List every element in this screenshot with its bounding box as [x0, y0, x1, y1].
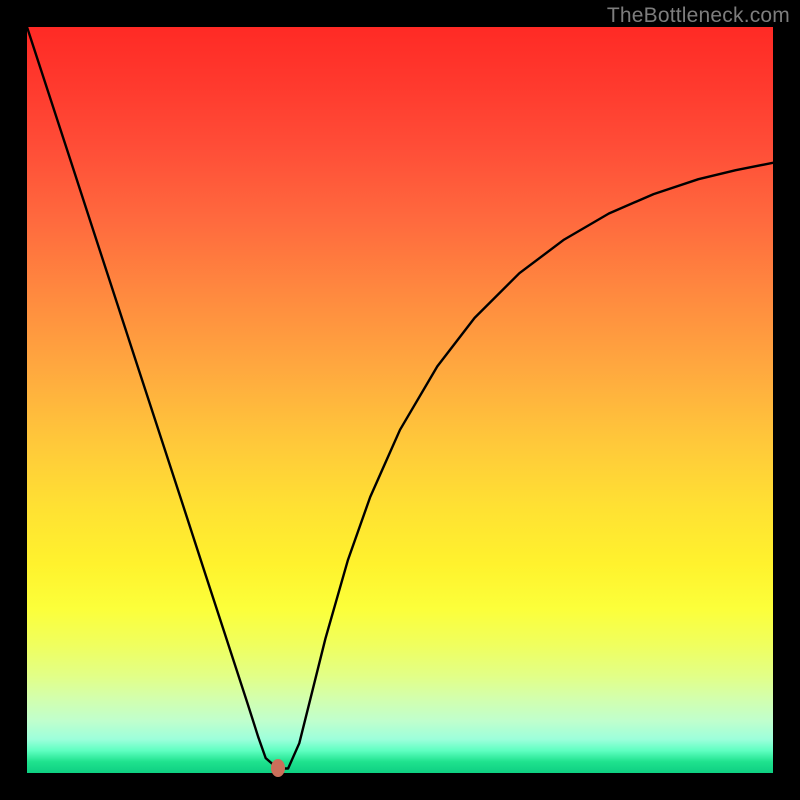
optimum-marker: [271, 759, 285, 777]
watermark-label: TheBottleneck.com: [607, 4, 790, 28]
bottleneck-curve: [27, 27, 773, 769]
curve-svg: [27, 27, 773, 773]
chart-frame: TheBottleneck.com: [0, 0, 800, 800]
plot-area: [27, 27, 773, 773]
